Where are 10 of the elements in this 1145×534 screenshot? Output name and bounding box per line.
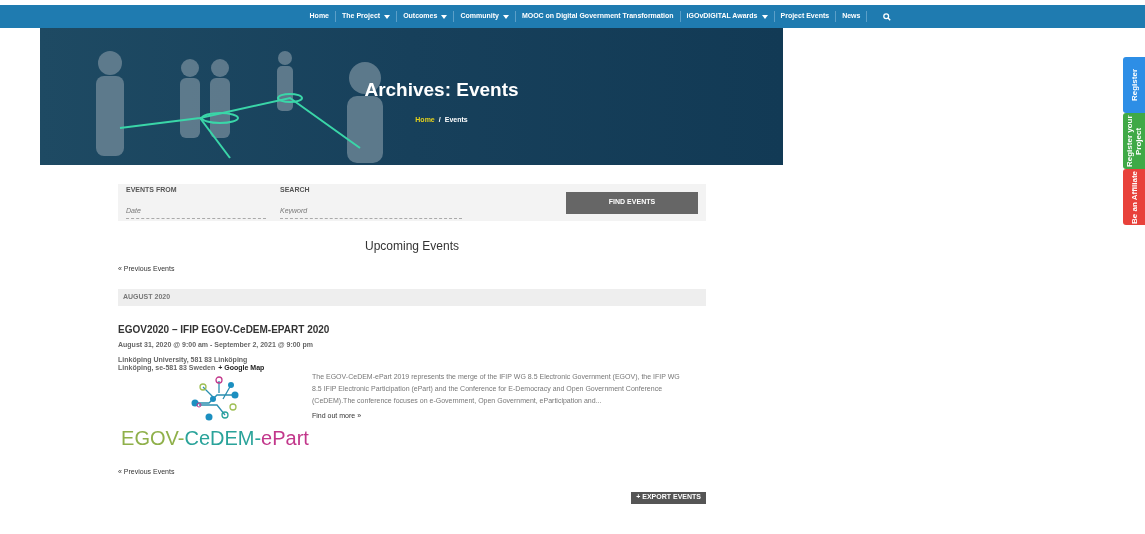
event-title[interactable]: EGOV2020 – IFIP EGOV-CeDEM-EPART 2020: [118, 321, 706, 337]
side-tab[interactable]: Be an Affiliate: [1123, 169, 1145, 225]
page-title: Archives: Events: [364, 78, 519, 102]
search-icon[interactable]: [883, 12, 892, 21]
side-tab[interactable]: Register: [1123, 57, 1145, 113]
logo-word-part: CeDEM-: [184, 427, 262, 449]
side-tab[interactable]: Register your Project: [1123, 113, 1145, 169]
section-heading: Upcoming Events: [363, 238, 460, 255]
logo-word-part: ePart: [261, 427, 309, 449]
logo-word-part: EGOV-: [121, 427, 185, 449]
